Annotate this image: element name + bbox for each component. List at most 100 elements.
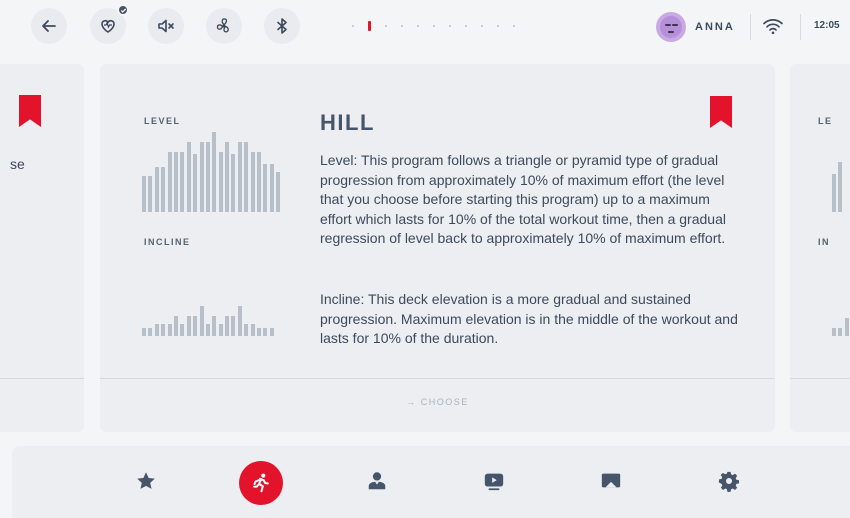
page-dot[interactable]	[481, 25, 483, 27]
programs-nav[interactable]	[239, 461, 283, 505]
incline-bar	[205, 324, 210, 336]
wifi-icon	[763, 19, 783, 35]
user-profile[interactable]: ANNA	[656, 12, 735, 42]
incline-bar	[186, 316, 191, 336]
level-bar	[173, 152, 178, 212]
user-name: ANNA	[695, 21, 735, 33]
page-dot-active[interactable]	[368, 21, 371, 31]
card-divider	[100, 378, 775, 379]
level-bar	[212, 132, 217, 212]
level-bar	[205, 142, 210, 212]
connected-badge	[117, 4, 129, 16]
level-bar	[231, 154, 236, 212]
incline-bar	[173, 316, 178, 336]
profile-icon	[368, 472, 386, 490]
incline-bar	[199, 306, 204, 336]
card-description-fragment: se	[10, 156, 25, 172]
level-label-fragment: LE	[818, 116, 833, 126]
level-profile-chart-fragment	[832, 162, 845, 212]
divider	[800, 14, 801, 40]
incline-bar	[161, 324, 166, 336]
level-bar	[276, 172, 281, 212]
fan-button[interactable]	[206, 8, 242, 44]
heart-rate-button[interactable]	[90, 4, 129, 44]
runner-icon	[253, 473, 269, 493]
level-bar	[257, 152, 262, 212]
incline-bar	[244, 324, 249, 336]
choose-button[interactable]: → CHOOSE	[100, 397, 775, 407]
avatar	[656, 12, 686, 42]
bluetooth-icon	[277, 18, 287, 34]
level-bar	[199, 142, 204, 212]
level-bar	[161, 167, 166, 212]
program-card-next[interactable]: LE IN	[790, 64, 850, 432]
bottom-navigation	[12, 446, 850, 518]
level-bar	[218, 152, 223, 212]
bookmark-icon[interactable]	[19, 95, 41, 127]
level-bar	[154, 167, 159, 212]
page-dot[interactable]	[385, 25, 387, 27]
incline-bar	[263, 328, 268, 336]
page-dot[interactable]	[417, 25, 419, 27]
page-dot[interactable]	[401, 25, 403, 27]
mute-icon	[158, 19, 174, 33]
scenery-nav[interactable]	[600, 470, 622, 492]
incline-bar	[250, 324, 255, 336]
incline-bar	[180, 324, 185, 336]
incline-bar	[269, 328, 274, 336]
incline-label: INCLINE	[144, 237, 191, 247]
incline-bar	[231, 316, 236, 336]
incline-label-fragment: IN	[818, 237, 830, 247]
page-dot[interactable]	[449, 25, 451, 27]
page-dot[interactable]	[513, 25, 515, 27]
card-divider	[0, 378, 84, 379]
level-bar	[142, 176, 146, 212]
incline-bar	[148, 328, 153, 336]
level-bar	[193, 154, 198, 212]
trainer-nav[interactable]	[366, 470, 388, 492]
incline-bar	[218, 324, 223, 336]
incline-description: Incline: This deck elevation is a more g…	[320, 291, 738, 346]
fan-icon	[216, 18, 229, 33]
favorites-nav[interactable]	[135, 470, 157, 492]
divider	[750, 14, 751, 40]
incline-bar	[257, 328, 262, 336]
page-dot[interactable]	[465, 25, 467, 27]
scenery-icon	[601, 473, 621, 488]
page-dot[interactable]	[433, 25, 435, 27]
mute-button[interactable]	[148, 8, 184, 44]
program-card-previous[interactable]: se	[0, 64, 84, 432]
gear-icon	[718, 471, 739, 492]
incline-profile-chart	[142, 304, 276, 336]
top-bar: ANNA 12:05	[0, 0, 850, 60]
program-title: HILL	[320, 110, 375, 135]
settings-nav[interactable]	[718, 470, 740, 492]
card-divider	[790, 378, 850, 379]
level-label: LEVEL	[144, 116, 181, 126]
star-icon	[137, 472, 155, 489]
program-card-hill[interactable]: LEVEL INCLINE HILL Level: This program f…	[100, 64, 775, 432]
level-bar	[148, 176, 153, 212]
bookmark-icon[interactable]	[710, 96, 732, 128]
level-bar	[186, 142, 191, 212]
bluetooth-button[interactable]	[264, 8, 300, 44]
check-icon	[120, 7, 126, 13]
level-bar	[244, 142, 249, 212]
incline-bar	[225, 316, 230, 336]
page-dot[interactable]	[352, 25, 354, 27]
page-indicator	[352, 21, 529, 31]
page-dot[interactable]	[497, 25, 499, 27]
incline-bar	[154, 324, 159, 336]
incline-bar	[167, 324, 172, 336]
level-bar	[263, 164, 268, 212]
heart-rate-icon	[101, 20, 115, 33]
incline-profile-chart-fragment	[832, 316, 850, 336]
video-icon	[484, 473, 504, 491]
back-arrow-icon	[42, 20, 56, 32]
level-bar	[225, 142, 230, 212]
level-bar	[167, 152, 172, 212]
level-bar	[237, 142, 242, 212]
incline-bar	[193, 316, 198, 336]
back-button[interactable]	[31, 8, 67, 44]
video-nav[interactable]	[483, 470, 505, 492]
